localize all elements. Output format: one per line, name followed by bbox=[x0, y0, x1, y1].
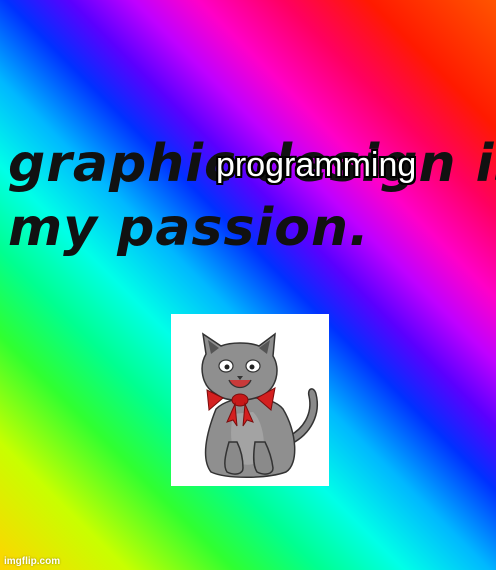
cat-icon bbox=[201, 332, 318, 478]
caption-line-2: my passion. bbox=[8, 198, 370, 258]
watermark: imgflip.com bbox=[4, 556, 61, 567]
meme-canvas: graphic design is my passion. programmin… bbox=[0, 0, 496, 570]
overlay-text: programming bbox=[216, 146, 417, 184]
cat-image bbox=[171, 314, 329, 486]
